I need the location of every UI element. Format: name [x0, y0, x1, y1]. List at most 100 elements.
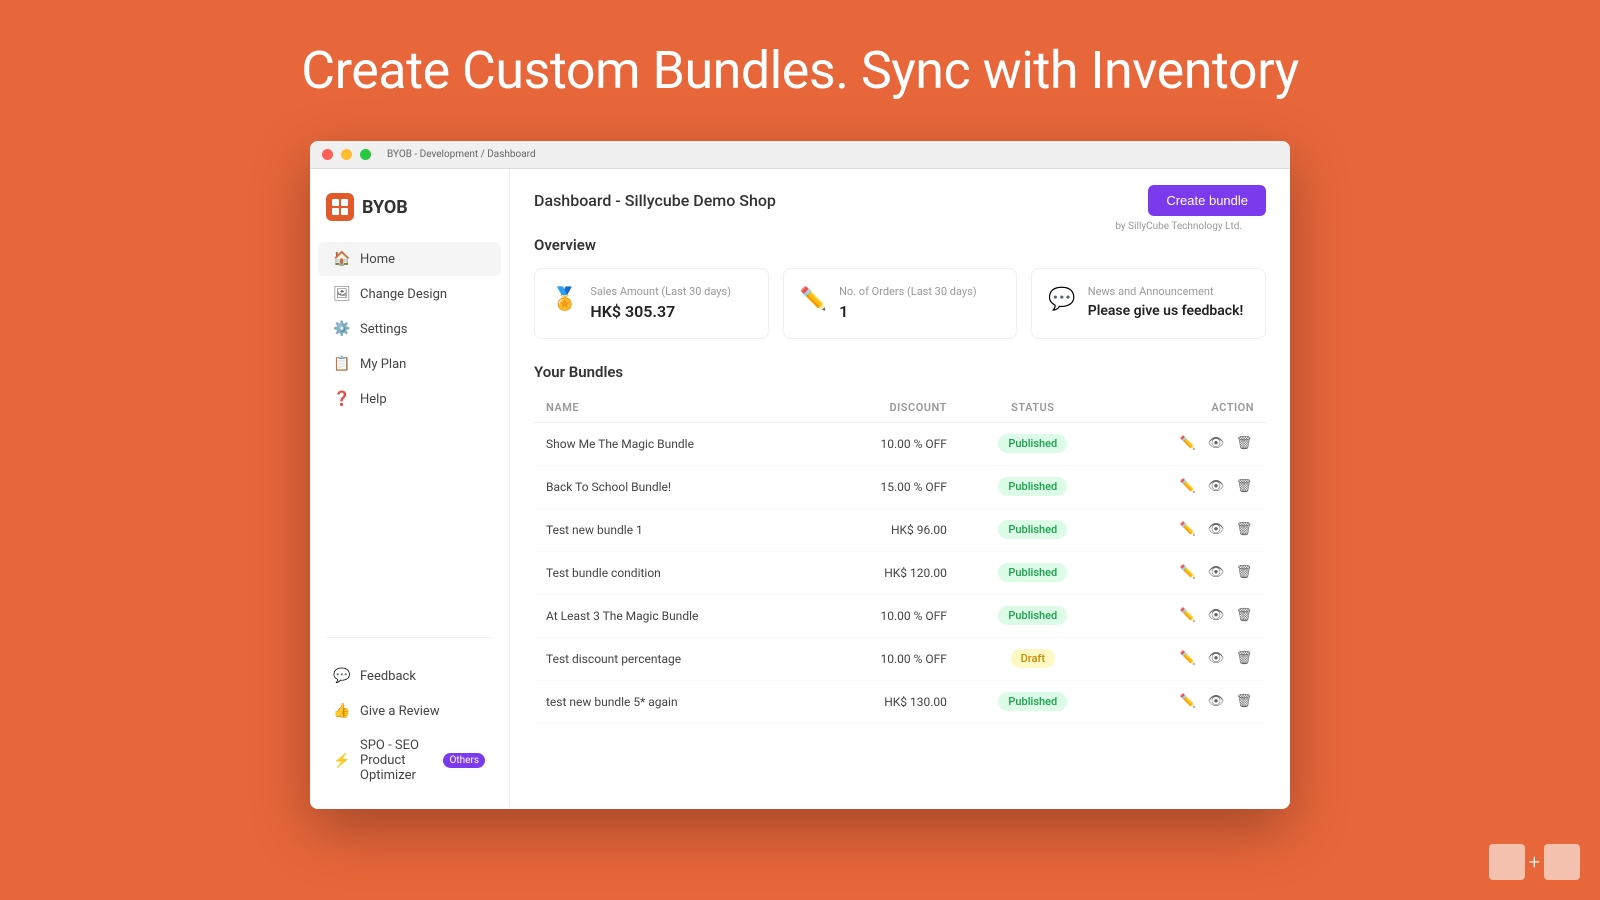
deco-square-2: [1544, 844, 1580, 880]
news-label: News and Announcement: [1088, 285, 1244, 298]
page-title: Dashboard - Sillycube Demo Shop: [534, 191, 776, 210]
table-row: Show Me The Magic Bundle 10.00 % OFF Pub…: [534, 422, 1266, 465]
my-plan-icon: 📋: [334, 356, 350, 372]
status-badge: Published: [998, 477, 1067, 496]
minimize-button[interactable]: [341, 149, 352, 160]
breadcrumb: BYOB - Development / Dashboard: [387, 149, 536, 160]
table-row: Test bundle condition HK$ 120.00 Publish…: [534, 551, 1266, 594]
delete-icon[interactable]: 🗑: [1234, 434, 1254, 454]
sidebar: BYOB 🏠 Home 🖼 Change Design ⚙️ Settings …: [310, 169, 510, 809]
sidebar-bottom: 💬 Feedback 👍 Give a Review ⚡ SPO - SEO P…: [310, 650, 509, 793]
bundle-discount: HK$ 130.00: [815, 680, 959, 723]
page-title-row: Dashboard - Sillycube Demo Shop Create b…: [534, 185, 1266, 216]
delete-icon[interactable]: 🗑: [1234, 477, 1254, 497]
help-icon: ❓: [334, 391, 350, 407]
bundle-discount: HK$ 120.00: [815, 551, 959, 594]
bundle-discount: 10.00 % OFF: [815, 637, 959, 680]
sidebar-item-give-review[interactable]: 👍 Give a Review: [318, 694, 501, 728]
bundle-status: Published: [959, 508, 1107, 551]
by-label: by SillyCube Technology Ltd.: [1115, 221, 1242, 232]
bundle-discount: 10.00 % OFF: [815, 422, 959, 465]
table-row: At Least 3 The Magic Bundle 10.00 % OFF …: [534, 594, 1266, 637]
bundle-status: Published: [959, 594, 1107, 637]
plus-icon: +: [1529, 850, 1540, 874]
view-icon[interactable]: 👁: [1206, 692, 1226, 712]
sidebar-nav: 🏠 Home 🖼 Change Design ⚙️ Settings 📋 My …: [310, 241, 509, 625]
overview-card-orders: ✏️ No. of Orders (Last 30 days) 1: [783, 268, 1018, 339]
overview-cards: 🏅 Sales Amount (Last 30 days) HK$ 305.37…: [534, 268, 1266, 339]
col-status: STATUS: [959, 393, 1107, 423]
bundle-discount: 15.00 % OFF: [815, 465, 959, 508]
view-icon[interactable]: 👁: [1206, 520, 1226, 540]
action-icons: ✏️ 👁 🗑: [1119, 606, 1254, 626]
orders-icon: ✏️: [800, 287, 827, 312]
browser-body: BYOB 🏠 Home 🖼 Change Design ⚙️ Settings …: [310, 169, 1290, 809]
sidebar-item-spo[interactable]: ⚡ SPO - SEO Product Optimizer Others: [318, 729, 501, 792]
edit-icon[interactable]: ✏️: [1178, 649, 1198, 669]
table-row: Test new bundle 1 HK$ 96.00 Published ✏️…: [534, 508, 1266, 551]
sidebar-item-label: Home: [360, 252, 395, 267]
action-icons: ✏️ 👁 🗑: [1119, 520, 1254, 540]
bottom-right-decoration: +: [1489, 844, 1580, 880]
maximize-button[interactable]: [360, 149, 371, 160]
delete-icon[interactable]: 🗑: [1234, 563, 1254, 583]
bundle-actions: ✏️ 👁 🗑: [1107, 422, 1266, 465]
bundle-status: Published: [959, 680, 1107, 723]
sidebar-item-change-design[interactable]: 🖼 Change Design: [318, 277, 501, 311]
view-icon[interactable]: 👁: [1206, 434, 1226, 454]
bundle-actions: ✏️ 👁 🗑: [1107, 680, 1266, 723]
spo-icon: ⚡: [334, 753, 350, 769]
overview-section: Overview 🏅 Sales Amount (Last 30 days) H…: [534, 236, 1266, 339]
sidebar-item-help[interactable]: ❓ Help: [318, 382, 501, 416]
view-icon[interactable]: 👁: [1206, 606, 1226, 626]
delete-icon[interactable]: 🗑: [1234, 692, 1254, 712]
sidebar-divider: [326, 637, 493, 638]
status-badge: Published: [998, 692, 1067, 711]
delete-icon[interactable]: 🗑: [1234, 520, 1254, 540]
action-icons: ✏️ 👁 🗑: [1119, 563, 1254, 583]
sidebar-item-feedback[interactable]: 💬 Feedback: [318, 659, 501, 693]
delete-icon[interactable]: 🗑: [1234, 649, 1254, 669]
table-row: test new bundle 5* again HK$ 130.00 Publ…: [534, 680, 1266, 723]
overview-title: Overview: [534, 236, 1266, 254]
change-design-icon: 🖼: [334, 286, 350, 302]
edit-icon[interactable]: ✏️: [1178, 563, 1198, 583]
close-button[interactable]: [322, 149, 333, 160]
view-icon[interactable]: 👁: [1206, 649, 1226, 669]
sidebar-item-label: Change Design: [360, 287, 447, 302]
edit-icon[interactable]: ✏️: [1178, 692, 1198, 712]
overview-card-news: 💬 News and Announcement Please give us f…: [1031, 268, 1266, 339]
bundle-actions: ✏️ 👁 🗑: [1107, 637, 1266, 680]
col-action: ACTION: [1107, 393, 1266, 423]
view-icon[interactable]: 👁: [1206, 477, 1226, 497]
edit-icon[interactable]: ✏️: [1178, 477, 1198, 497]
sidebar-item-label: Settings: [360, 322, 407, 337]
bundle-name: At Least 3 The Magic Bundle: [534, 594, 815, 637]
edit-icon[interactable]: ✏️: [1178, 434, 1198, 454]
col-discount: DISCOUNT: [815, 393, 959, 423]
status-badge: Published: [998, 434, 1067, 453]
bundle-name: Back To School Bundle!: [534, 465, 815, 508]
action-icons: ✏️ 👁 🗑: [1119, 649, 1254, 669]
overview-card-sales: 🏅 Sales Amount (Last 30 days) HK$ 305.37: [534, 268, 769, 339]
delete-icon[interactable]: 🗑: [1234, 606, 1254, 626]
view-icon[interactable]: 👁: [1206, 563, 1226, 583]
bundle-name: Test bundle condition: [534, 551, 815, 594]
sidebar-item-my-plan[interactable]: 📋 My Plan: [318, 347, 501, 381]
edit-icon[interactable]: ✏️: [1178, 606, 1198, 626]
status-badge: Published: [998, 563, 1067, 582]
status-badge: Published: [998, 606, 1067, 625]
sidebar-item-home[interactable]: 🏠 Home: [318, 242, 501, 276]
bundle-actions: ✏️ 👁 🗑: [1107, 551, 1266, 594]
edit-icon[interactable]: ✏️: [1178, 520, 1198, 540]
review-icon: 👍: [334, 703, 350, 719]
feedback-icon: 💬: [334, 668, 350, 684]
bundle-name: test new bundle 5* again: [534, 680, 815, 723]
home-icon: 🏠: [334, 251, 350, 267]
bundles-title: Your Bundles: [534, 363, 1266, 381]
bundles-section: Your Bundles NAME DISCOUNT STATUS ACTION…: [534, 363, 1266, 724]
create-bundle-button[interactable]: Create bundle: [1148, 185, 1266, 216]
bundle-status: Published: [959, 551, 1107, 594]
sidebar-item-settings[interactable]: ⚙️ Settings: [318, 312, 501, 346]
sidebar-item-label: Help: [360, 392, 387, 407]
